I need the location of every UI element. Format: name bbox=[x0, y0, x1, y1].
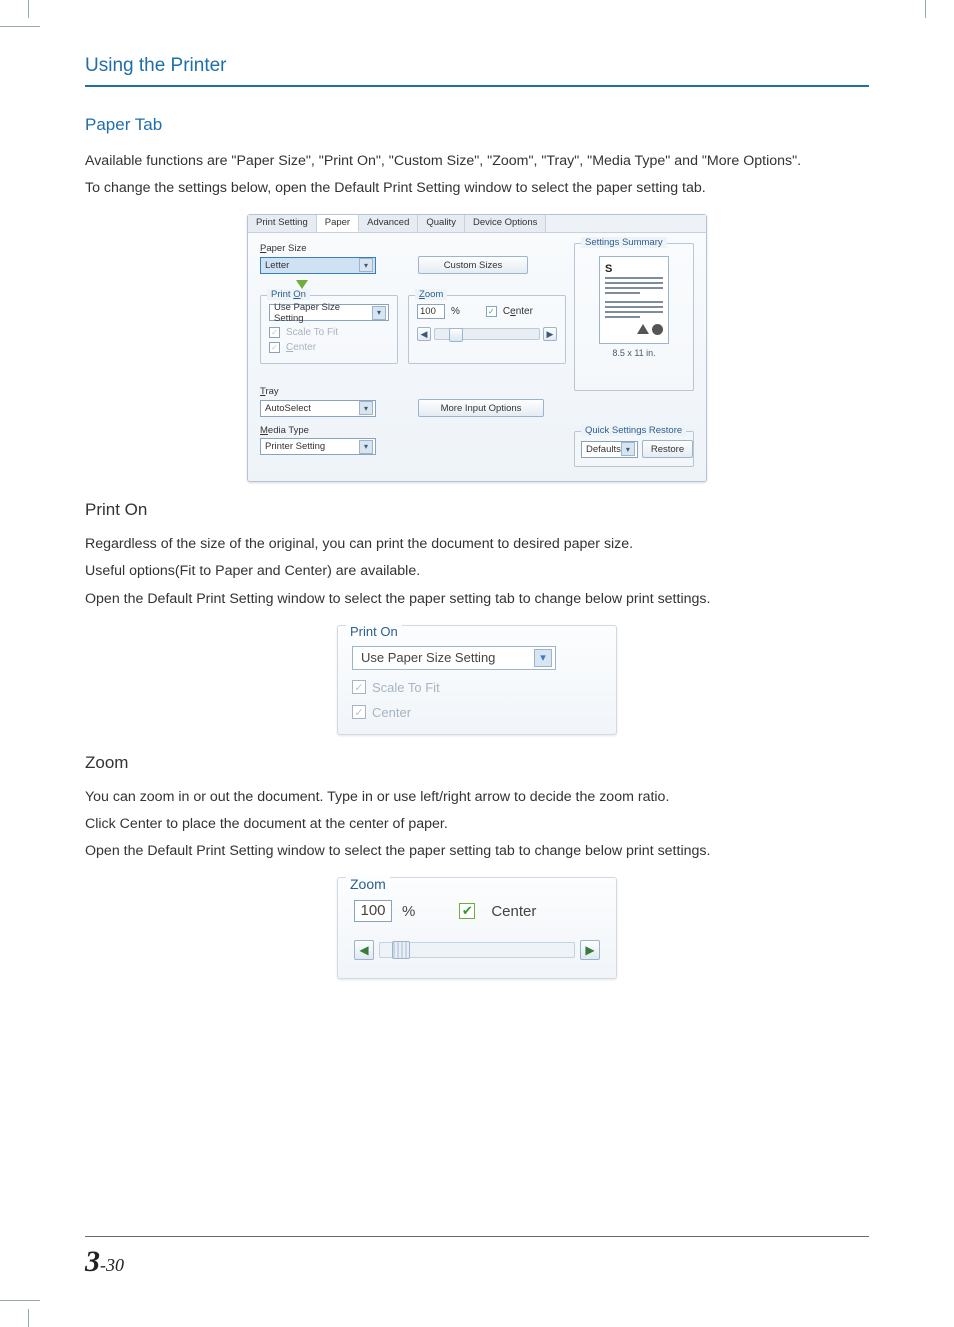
zoom-p3: Open the Default Print Setting window to… bbox=[85, 839, 869, 863]
print-on-p2: Useful options(Fit to Paper and Center) … bbox=[85, 559, 869, 583]
more-input-options-button[interactable]: More Input Options bbox=[418, 399, 544, 417]
zoom-input[interactable]: 100 bbox=[417, 304, 445, 319]
zoom-detail-slider-thumb[interactable] bbox=[392, 941, 410, 959]
page-body: Using the Printer Paper Tab Available fu… bbox=[0, 0, 954, 979]
print-on-detail-legend: Print On bbox=[346, 624, 402, 639]
section-paper-tab-heading: Paper Tab bbox=[85, 115, 869, 135]
zoom-legend: Zoom bbox=[415, 289, 447, 300]
tab-paper[interactable]: Paper bbox=[317, 215, 359, 232]
page-footer: 3-30 bbox=[85, 1236, 869, 1279]
print-on-detail-figure: Print On Use Paper Size Setting ▾ ✓ Scal… bbox=[337, 625, 617, 735]
tab-quality[interactable]: Quality bbox=[418, 215, 465, 232]
paper-tab-p2: To change the settings below, open the D… bbox=[85, 176, 869, 200]
zoom-detail-center-label: Center bbox=[491, 903, 536, 920]
zoom-p2: Click Center to place the document at th… bbox=[85, 812, 869, 836]
print-on-legend: Print On bbox=[267, 289, 310, 300]
print-on-value: Use Paper Size Setting bbox=[274, 302, 372, 324]
paper-tab-p1: Available functions are "Paper Size", "P… bbox=[85, 149, 869, 173]
zoom-center-label: Center bbox=[503, 306, 533, 317]
settings-summary-legend: Settings Summary bbox=[581, 237, 667, 248]
print-on-center-label: Center bbox=[286, 342, 316, 353]
tray-value: AutoSelect bbox=[265, 403, 311, 414]
print-on-p1: Regardless of the size of the original, … bbox=[85, 532, 869, 556]
scale-to-fit-label: Scale To Fit bbox=[286, 327, 338, 338]
tab-advanced[interactable]: Advanced bbox=[359, 215, 418, 232]
scale-to-fit-detail-label: Scale To Fit bbox=[372, 680, 440, 695]
chevron-down-icon: ▾ bbox=[372, 306, 386, 320]
quick-settings-restore-legend: Quick Settings Restore bbox=[581, 425, 686, 436]
footer-chapter: 3 bbox=[85, 1245, 100, 1278]
zoom-percent: % bbox=[451, 306, 460, 317]
zoom-center-checkbox[interactable]: ✓ bbox=[486, 306, 497, 317]
zoom-detail-input[interactable]: 100 bbox=[354, 900, 392, 922]
chevron-down-icon: ▾ bbox=[621, 442, 635, 456]
zoom-slider-thumb[interactable] bbox=[449, 328, 463, 342]
chevron-down-icon: ▾ bbox=[359, 401, 373, 415]
zoom-detail-figure: Zoom 100 % ✔ Center ◀ ▶ bbox=[337, 877, 617, 979]
zoom-detail-decrease-button[interactable]: ◀ bbox=[354, 940, 374, 960]
chevron-down-icon: ▾ bbox=[359, 258, 373, 272]
zoom-increase-button[interactable]: ▶ bbox=[543, 327, 557, 341]
paper-size-value: Letter bbox=[265, 260, 289, 271]
print-on-select[interactable]: Use Paper Size Setting ▾ bbox=[269, 304, 389, 321]
zoom-detail-center-checkbox[interactable]: ✔ bbox=[459, 903, 475, 919]
center-detail-label: Center bbox=[372, 705, 411, 720]
tab-print-setting[interactable]: Print Setting bbox=[248, 215, 317, 232]
paper-size-select[interactable]: Letter ▾ bbox=[260, 257, 376, 274]
chapter-header: Using the Printer bbox=[85, 55, 869, 87]
tray-select[interactable]: AutoSelect ▾ bbox=[260, 400, 376, 417]
section-print-on-heading: Print On bbox=[85, 500, 869, 520]
zoom-slider[interactable] bbox=[434, 328, 540, 340]
media-type-select[interactable]: Printer Setting ▾ bbox=[260, 438, 376, 455]
scale-to-fit-checkbox[interactable]: ✓ bbox=[269, 327, 280, 338]
zoom-p1: You can zoom in or out the document. Typ… bbox=[85, 785, 869, 809]
scale-to-fit-detail-checkbox[interactable]: ✓ bbox=[352, 680, 366, 694]
settings-summary-box: Settings Summary S 8.5 x 11 in. bbox=[574, 243, 694, 391]
zoom-detail-percent: % bbox=[402, 903, 415, 920]
print-on-p3: Open the Default Print Setting window to… bbox=[85, 587, 869, 611]
chevron-down-icon: ▾ bbox=[359, 440, 373, 454]
zoom-detail-increase-button[interactable]: ▶ bbox=[580, 940, 600, 960]
page-preview-icon: S bbox=[599, 256, 669, 344]
paper-size-label-rest: aper Size bbox=[266, 243, 306, 254]
custom-sizes-button[interactable]: Custom Sizes bbox=[418, 256, 528, 274]
print-on-detail-value: Use Paper Size Setting bbox=[361, 650, 495, 665]
zoom-detail-slider[interactable] bbox=[379, 942, 575, 958]
chevron-down-icon: ▾ bbox=[534, 649, 552, 667]
print-on-detail-select[interactable]: Use Paper Size Setting ▾ bbox=[352, 646, 556, 670]
paper-dialog: Print Setting Paper Advanced Quality Dev… bbox=[247, 214, 707, 482]
restore-select[interactable]: Defaults ▾ bbox=[581, 441, 638, 458]
restore-value: Defaults bbox=[586, 444, 621, 455]
section-zoom-heading: Zoom bbox=[85, 753, 869, 773]
restore-button[interactable]: Restore bbox=[642, 440, 693, 458]
preview-dimensions: 8.5 x 11 in. bbox=[581, 348, 687, 358]
print-on-center-checkbox[interactable]: ✓ bbox=[269, 342, 280, 353]
zoom-decrease-button[interactable]: ◀ bbox=[417, 327, 431, 341]
media-type-value: Printer Setting bbox=[265, 441, 325, 452]
tab-device-options[interactable]: Device Options bbox=[465, 215, 546, 232]
center-detail-checkbox[interactable]: ✓ bbox=[352, 705, 366, 719]
dialog-tabs: Print Setting Paper Advanced Quality Dev… bbox=[248, 215, 706, 233]
down-arrow-icon bbox=[296, 280, 308, 289]
footer-page: -30 bbox=[100, 1255, 124, 1275]
zoom-detail-legend: Zoom bbox=[346, 876, 390, 892]
